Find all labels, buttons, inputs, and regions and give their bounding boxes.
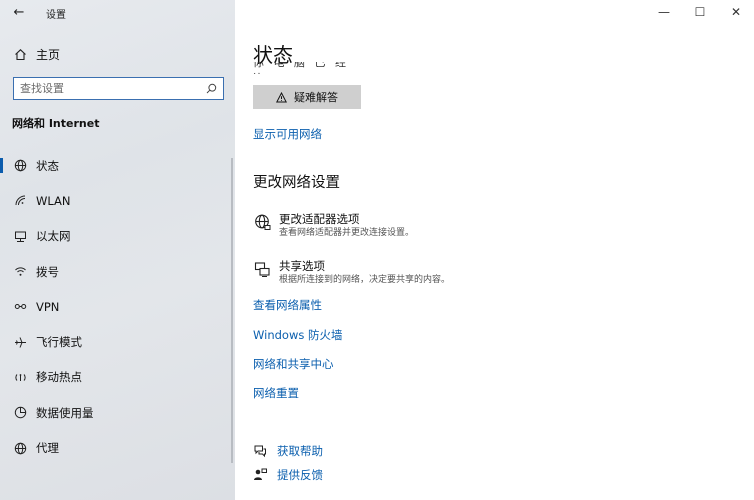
sidebar-item-status[interactable]: 状态 [0, 148, 235, 183]
vpn-icon [13, 300, 27, 314]
titlebar-left: ← 设置 [0, 0, 235, 26]
show-networks-link[interactable]: 显示可用网络 [253, 126, 322, 142]
maximize-button[interactable]: ☐ [682, 0, 718, 24]
sidebar-item-label: VPN [36, 299, 60, 314]
give-feedback-link[interactable]: 提供反馈 [253, 467, 323, 483]
sidebar-item-hotspot[interactable]: 移动热点 [0, 360, 235, 395]
close-button[interactable]: ✕ [718, 0, 754, 24]
feedback-person-icon [253, 468, 267, 482]
adapter-title: 更改适配器选项 [279, 212, 360, 226]
ethernet-icon [13, 229, 27, 243]
sidebar-nav: 状态 WLAN 以太网 拨号 VPN 飞行模式 移动热点 数据使用量 代理 [0, 148, 235, 466]
adapter-desc: 查看网络适配器并更改连接设置。 [279, 228, 415, 238]
network-sharing-center-link[interactable]: 网络和共享中心 [253, 356, 334, 372]
sidebar-item-label: 状态 [36, 158, 59, 173]
app-title: 设置 [46, 10, 66, 21]
wifi-icon [13, 194, 27, 208]
sidebar-item-airplane[interactable]: 飞行模式 [0, 324, 235, 359]
airplane-icon [13, 335, 27, 349]
sidebar-item-label: 飞行模式 [36, 335, 82, 350]
search-icon[interactable] [205, 83, 217, 95]
give-feedback-label: 提供反馈 [277, 468, 323, 482]
section-title: 网络和 Internet [12, 117, 100, 130]
sidebar-item-label: 移动热点 [36, 370, 82, 385]
home-label: 主页 [36, 47, 61, 62]
sharing-title: 共享选项 [279, 259, 325, 273]
back-button[interactable]: ← [10, 4, 28, 22]
search-box[interactable] [13, 77, 224, 100]
sidebar-item-ethernet[interactable]: 以太网 [0, 219, 235, 254]
window-controls: — ☐ ✕ [646, 0, 754, 26]
get-help-label: 获取帮助 [277, 444, 323, 458]
search-input[interactable] [20, 82, 205, 95]
network-reset-link[interactable]: 网络重置 [253, 385, 299, 401]
home-link[interactable]: 主页 [13, 44, 60, 64]
sharing-icon [253, 260, 271, 278]
sharing-text: 共享选项 根据所连接到的网络，决定要共享的内容。 [279, 259, 450, 287]
view-network-properties-link[interactable]: 查看网络属性 [253, 297, 322, 313]
sidebar-item-label: WLAN [36, 193, 71, 208]
sidebar-scrollbar[interactable] [231, 158, 233, 463]
sidebar-item-vpn[interactable]: VPN [0, 289, 235, 324]
sidebar: ← 设置 主页 网络和 Internet 状态 WLAN [0, 0, 235, 500]
sidebar-item-label: 数据使用量 [36, 405, 94, 420]
change-network-heading: 更改网络设置 [253, 175, 340, 191]
sidebar-item-label: 以太网 [36, 229, 71, 244]
warning-icon [276, 91, 287, 103]
home-icon [13, 47, 27, 61]
hotspot-icon [13, 370, 27, 384]
sidebar-item-label: 拨号 [36, 264, 59, 279]
windows-firewall-link[interactable]: Windows 防火墙 [253, 327, 343, 343]
sidebar-item-data-usage[interactable]: 数据使用量 [0, 395, 235, 430]
sidebar-item-dialup[interactable]: 拨号 [0, 254, 235, 289]
sidebar-item-proxy[interactable]: 代理 [0, 430, 235, 465]
status-globe-icon [13, 159, 27, 173]
sidebar-item-wlan[interactable]: WLAN [0, 183, 235, 218]
adapter-globe-icon [253, 213, 271, 231]
help-chat-icon [253, 444, 267, 458]
main-content: — ☐ ✕ 状态 你 电 脑 已 经 连 疑难解答 显示可用网络 更改网络设置 … [235, 0, 754, 500]
clipped-status-label: 你 电 脑 已 经 连 [253, 62, 349, 74]
adapter-options[interactable]: 更改适配器选项 查看网络适配器并更改连接设置。 [253, 212, 414, 240]
minimize-button[interactable]: — [646, 0, 682, 24]
sharing-desc: 根据所连接到的网络，决定要共享的内容。 [279, 275, 451, 285]
proxy-globe-icon [13, 441, 27, 455]
adapter-text: 更改适配器选项 查看网络适配器并更改连接设置。 [279, 212, 414, 240]
data-usage-icon [13, 406, 27, 420]
clipped-status-text: 你 电 脑 已 经 连 [253, 62, 353, 74]
sidebar-item-label: 代理 [36, 441, 59, 456]
troubleshoot-label: 疑难解答 [294, 91, 338, 104]
dialup-icon [13, 265, 27, 279]
troubleshoot-button[interactable]: 疑难解答 [253, 85, 361, 109]
get-help-link[interactable]: 获取帮助 [253, 443, 323, 459]
sharing-options[interactable]: 共享选项 根据所连接到的网络，决定要共享的内容。 [253, 259, 450, 287]
